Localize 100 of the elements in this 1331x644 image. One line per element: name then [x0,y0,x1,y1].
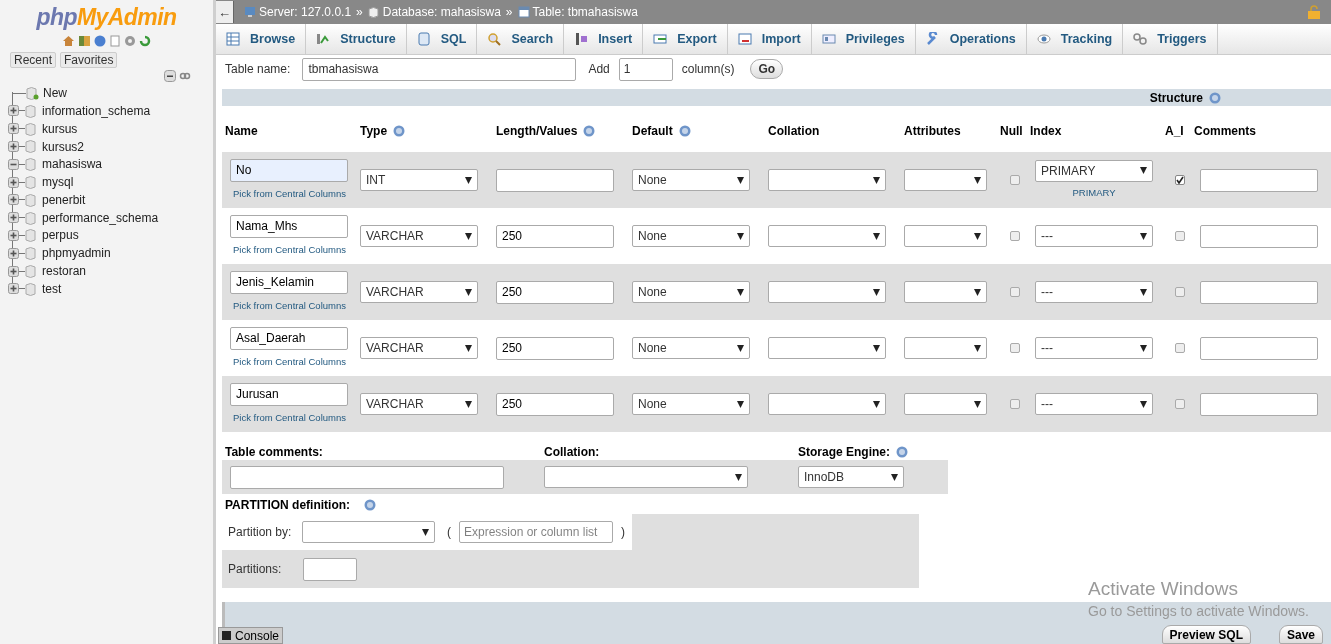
tab[interactable]: Export [643,24,728,54]
expand-icon[interactable] [8,229,19,241]
link[interactable]: Pick from Central Columns [230,186,346,202]
database-item[interactable]: penerbit [42,190,86,209]
dropdown[interactable]: None [632,281,750,303]
breadcrumb-link[interactable]: Server: 127.0.0.1 [259,3,352,21]
dropdown[interactable] [544,466,748,488]
checkbox[interactable] [1174,399,1185,409]
dropdown[interactable] [302,521,435,543]
go-button[interactable]: Go [750,59,784,79]
dropdown[interactable]: --- [1035,225,1153,247]
input-field[interactable]: 250 [496,336,614,360]
dropdown[interactable] [768,337,886,359]
sidebar-tab[interactable]: Favorites [60,52,118,68]
dropdown[interactable]: VARCHAR [360,337,478,359]
link[interactable]: Pick from Central Columns [230,242,346,258]
database-item[interactable]: kursus [42,119,78,138]
tab[interactable]: Operations [915,24,1027,54]
breadcrumb-link[interactable]: Table: tbmahasiswa [532,3,638,21]
tab[interactable]: Triggers [1123,24,1218,54]
checkbox[interactable] [1010,343,1020,353]
expand-icon[interactable] [8,212,19,224]
dropdown[interactable]: InnoDB [798,466,904,488]
dropdown[interactable] [768,393,886,415]
link[interactable]: Pick from Central Columns [230,354,346,370]
dropdown[interactable] [768,169,886,191]
checkbox[interactable] [1174,287,1185,297]
checkbox[interactable] [1174,175,1185,185]
dropdown[interactable]: None [632,393,750,415]
expand-icon[interactable] [8,123,19,135]
checkbox[interactable] [1010,231,1020,241]
input-field[interactable] [303,557,357,581]
database-item[interactable]: kursus2 [42,137,85,156]
database-item[interactable]: perpus [42,226,79,245]
link[interactable]: Pick from Central Columns [230,298,346,314]
dropdown[interactable]: INT [360,169,478,191]
dropdown[interactable]: None [632,225,750,247]
expand-icon[interactable] [8,176,19,188]
tab[interactable]: Insert [564,24,644,54]
dropdown[interactable]: None [632,169,750,191]
link[interactable]: Pick from Central Columns [230,410,346,426]
tab[interactable]: Import [727,24,812,54]
dropdown[interactable]: PRIMARY [1035,159,1153,182]
checkbox[interactable] [1174,343,1185,353]
input-field[interactable] [1200,280,1318,304]
name-field[interactable]: No [230,158,348,182]
tab[interactable]: SQL [406,24,478,54]
console-tab[interactable]: Console [218,627,284,644]
sidebar-tab[interactable]: Recent [10,52,57,68]
breadcrumb-link[interactable]: Database: mahasiswa [382,3,501,21]
dropdown[interactable] [904,281,987,303]
tab[interactable]: Browse [216,24,307,54]
dropdown[interactable]: VARCHAR [360,281,478,303]
name-field[interactable]: Nama_Mhs [230,214,348,238]
tab[interactable]: Search [477,24,565,54]
tab[interactable]: Tracking [1026,24,1124,54]
dropdown[interactable] [904,393,987,415]
dropdown[interactable]: --- [1035,281,1153,303]
name-field[interactable]: Asal_Daerah [230,326,348,350]
dropdown[interactable] [768,281,886,303]
table-name-field[interactable]: tbmahasiswa [302,57,577,81]
dropdown[interactable]: VARCHAR [360,225,478,247]
expand-icon[interactable] [8,283,19,295]
tab[interactable]: Structure [306,24,407,54]
input-field[interactable]: 250 [496,224,614,248]
expand-icon[interactable] [8,194,19,206]
database-item[interactable]: restoran [42,262,87,281]
database-item[interactable]: information_schema [42,101,151,120]
checkbox[interactable] [1010,175,1020,185]
database-item[interactable]: mysql [42,173,74,192]
dropdown[interactable]: None [632,337,750,359]
input-field[interactable] [1200,168,1318,192]
checkbox[interactable] [1010,287,1020,297]
dropdown[interactable]: --- [1035,393,1153,415]
input-field[interactable]: 250 [496,280,614,304]
dropdown[interactable] [904,225,987,247]
dropdown[interactable] [904,169,987,191]
input-field[interactable] [1200,224,1318,248]
expand-icon[interactable] [8,105,19,117]
tab[interactable]: Privileges [811,24,916,54]
collapse-icon[interactable] [8,158,19,170]
input-field[interactable] [230,465,504,489]
input-field[interactable] [496,168,614,192]
logo[interactable]: phpMyAdmin [0,0,213,29]
action-button[interactable]: Preview SQL [1161,625,1251,644]
name-field[interactable]: Jenis_Kelamin [230,270,348,294]
expand-icon[interactable] [8,247,19,259]
tree-item[interactable]: New [43,84,67,102]
database-item[interactable]: phpmyadmin [42,244,111,263]
input-field[interactable]: 250 [496,392,614,416]
input-field[interactable] [1200,336,1318,360]
checkbox[interactable] [1174,231,1185,241]
checkbox[interactable] [1010,399,1020,409]
dropdown[interactable] [904,337,987,359]
action-button[interactable]: Save [1278,625,1323,644]
dropdown[interactable]: --- [1035,337,1153,359]
database-item[interactable]: test [42,279,62,298]
column-count-field[interactable]: 1 [618,57,673,81]
back-button[interactable]: ← [216,1,234,23]
dropdown[interactable] [768,225,886,247]
